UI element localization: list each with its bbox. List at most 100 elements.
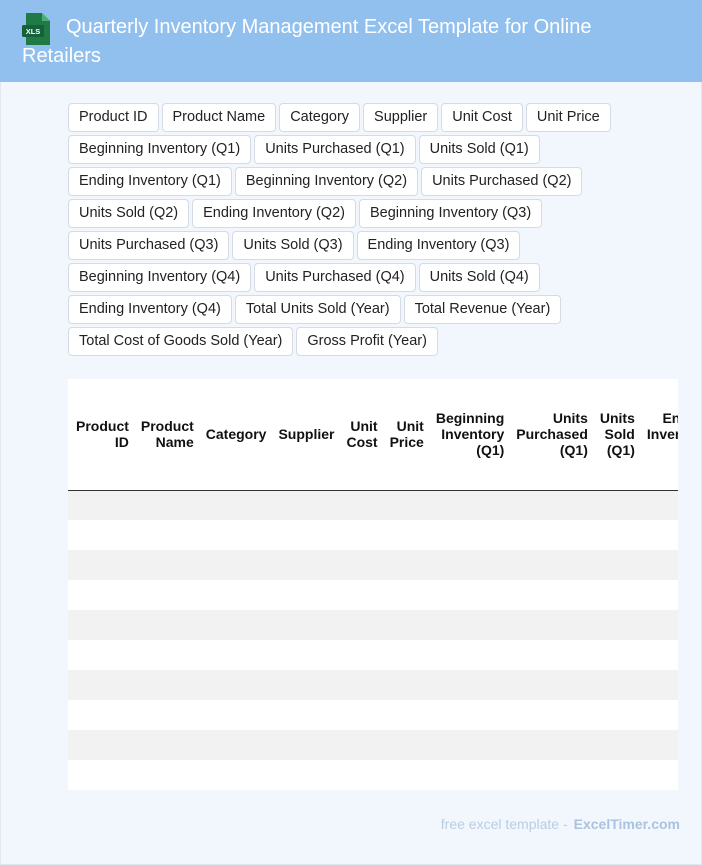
table-cell[interactable] xyxy=(427,730,509,760)
table-cell[interactable] xyxy=(132,550,198,580)
table-cell[interactable] xyxy=(638,490,678,520)
table-cell[interactable] xyxy=(638,550,678,580)
table-cell[interactable] xyxy=(591,550,639,580)
table-cell[interactable] xyxy=(68,700,133,730)
table-cell[interactable] xyxy=(68,580,133,610)
table-cell[interactable] xyxy=(68,670,133,700)
table-cell[interactable] xyxy=(68,520,133,550)
table-cell[interactable] xyxy=(591,670,639,700)
table-cell[interactable] xyxy=(381,490,428,520)
table-cell[interactable] xyxy=(338,730,382,760)
table-cell[interactable] xyxy=(270,520,339,550)
table-cell[interactable] xyxy=(270,580,339,610)
table-cell[interactable] xyxy=(270,610,339,640)
table-cell[interactable] xyxy=(508,580,592,610)
table-cell[interactable] xyxy=(338,610,382,640)
table-cell[interactable] xyxy=(508,490,592,520)
table-cell[interactable] xyxy=(427,550,509,580)
table-cell[interactable] xyxy=(197,580,271,610)
table-cell[interactable] xyxy=(68,640,133,670)
table-cell[interactable] xyxy=(591,610,639,640)
table-cell[interactable] xyxy=(338,580,382,610)
table-cell[interactable] xyxy=(427,520,509,550)
table-cell[interactable] xyxy=(427,490,509,520)
table-cell[interactable] xyxy=(270,670,339,700)
table-cell[interactable] xyxy=(638,730,678,760)
table-cell[interactable] xyxy=(338,490,382,520)
table-cell[interactable] xyxy=(68,550,133,580)
table-cell[interactable] xyxy=(638,580,678,610)
table-cell[interactable] xyxy=(270,730,339,760)
table-cell[interactable] xyxy=(427,760,509,790)
table-cell[interactable] xyxy=(197,640,271,670)
table-cell[interactable] xyxy=(132,490,198,520)
table-cell[interactable] xyxy=(427,670,509,700)
table-cell[interactable] xyxy=(197,520,271,550)
table-cell[interactable] xyxy=(270,640,339,670)
table-cell[interactable] xyxy=(591,580,639,610)
table-cell[interactable] xyxy=(638,520,678,550)
table-cell[interactable] xyxy=(427,580,509,610)
table-cell[interactable] xyxy=(132,520,198,550)
table-cell[interactable] xyxy=(638,700,678,730)
table-cell[interactable] xyxy=(132,760,198,790)
table-cell[interactable] xyxy=(638,610,678,640)
table-cell[interactable] xyxy=(381,670,428,700)
table-cell[interactable] xyxy=(508,550,592,580)
table-cell[interactable] xyxy=(381,760,428,790)
table-cell[interactable] xyxy=(381,550,428,580)
table-cell[interactable] xyxy=(197,490,271,520)
table-cell[interactable] xyxy=(381,580,428,610)
table-cell[interactable] xyxy=(68,490,133,520)
table-cell[interactable] xyxy=(427,640,509,670)
table-cell[interactable] xyxy=(197,550,271,580)
table-cell[interactable] xyxy=(197,760,271,790)
table-cell[interactable] xyxy=(338,550,382,580)
table-cell[interactable] xyxy=(381,640,428,670)
table-cell[interactable] xyxy=(132,640,198,670)
table-cell[interactable] xyxy=(132,610,198,640)
table-cell[interactable] xyxy=(591,520,639,550)
table-cell[interactable] xyxy=(68,730,133,760)
table-cell[interactable] xyxy=(68,760,133,790)
table-cell[interactable] xyxy=(132,580,198,610)
table-cell[interactable] xyxy=(591,730,639,760)
table-cell[interactable] xyxy=(591,700,639,730)
table-cell[interactable] xyxy=(427,700,509,730)
table-cell[interactable] xyxy=(381,730,428,760)
table-cell[interactable] xyxy=(638,760,678,790)
table-cell[interactable] xyxy=(427,610,509,640)
table-cell[interactable] xyxy=(197,730,271,760)
table-cell[interactable] xyxy=(508,760,592,790)
table-cell[interactable] xyxy=(591,760,639,790)
table-cell[interactable] xyxy=(508,730,592,760)
table-cell[interactable] xyxy=(338,640,382,670)
table-cell[interactable] xyxy=(338,670,382,700)
table-cell[interactable] xyxy=(197,670,271,700)
table-cell[interactable] xyxy=(338,760,382,790)
table-cell[interactable] xyxy=(270,760,339,790)
table-cell[interactable] xyxy=(132,730,198,760)
table-cell[interactable] xyxy=(508,640,592,670)
table-cell[interactable] xyxy=(591,490,639,520)
table-cell[interactable] xyxy=(270,490,339,520)
table-cell[interactable] xyxy=(381,610,428,640)
table-cell[interactable] xyxy=(338,700,382,730)
table-cell[interactable] xyxy=(508,520,592,550)
table-cell[interactable] xyxy=(132,700,198,730)
table-cell[interactable] xyxy=(68,610,133,640)
footer-brand-link[interactable]: ExcelTimer.com xyxy=(574,816,680,832)
table-cell[interactable] xyxy=(638,670,678,700)
table-cell[interactable] xyxy=(197,700,271,730)
table-cell[interactable] xyxy=(270,550,339,580)
table-cell[interactable] xyxy=(508,610,592,640)
table-cell[interactable] xyxy=(197,610,271,640)
table-cell[interactable] xyxy=(338,520,382,550)
table-cell[interactable] xyxy=(508,700,592,730)
table-cell[interactable] xyxy=(508,670,592,700)
table-cell[interactable] xyxy=(270,700,339,730)
table-cell[interactable] xyxy=(591,640,639,670)
table-cell[interactable] xyxy=(381,700,428,730)
table-cell[interactable] xyxy=(638,640,678,670)
table-cell[interactable] xyxy=(381,520,428,550)
